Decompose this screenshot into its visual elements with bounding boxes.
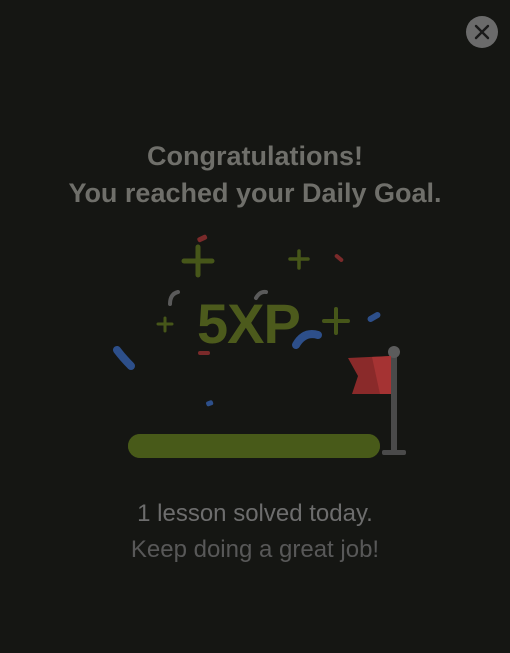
close-button[interactable] bbox=[466, 16, 498, 48]
close-icon bbox=[474, 24, 490, 40]
lessons-solved-text: 1 lesson solved today. bbox=[137, 500, 373, 527]
plus-sparkle-icon bbox=[288, 249, 310, 270]
congrats-title: Congratulations! bbox=[147, 141, 363, 171]
plus-sparkle-icon bbox=[156, 316, 174, 333]
progress-fill bbox=[128, 434, 380, 458]
plus-sparkle-icon bbox=[322, 307, 350, 335]
daily-goal-progress-bar bbox=[128, 434, 380, 458]
encouragement-text: Keep doing a great job! bbox=[130, 536, 380, 563]
xp-earned-label: 5XP bbox=[197, 292, 301, 355]
plus-sparkle-icon bbox=[181, 244, 215, 278]
daily-goal-dialog: Congratulations! You reached your Daily … bbox=[0, 0, 510, 653]
daily-goal-subtitle: You reached your Daily Goal. bbox=[68, 178, 442, 208]
